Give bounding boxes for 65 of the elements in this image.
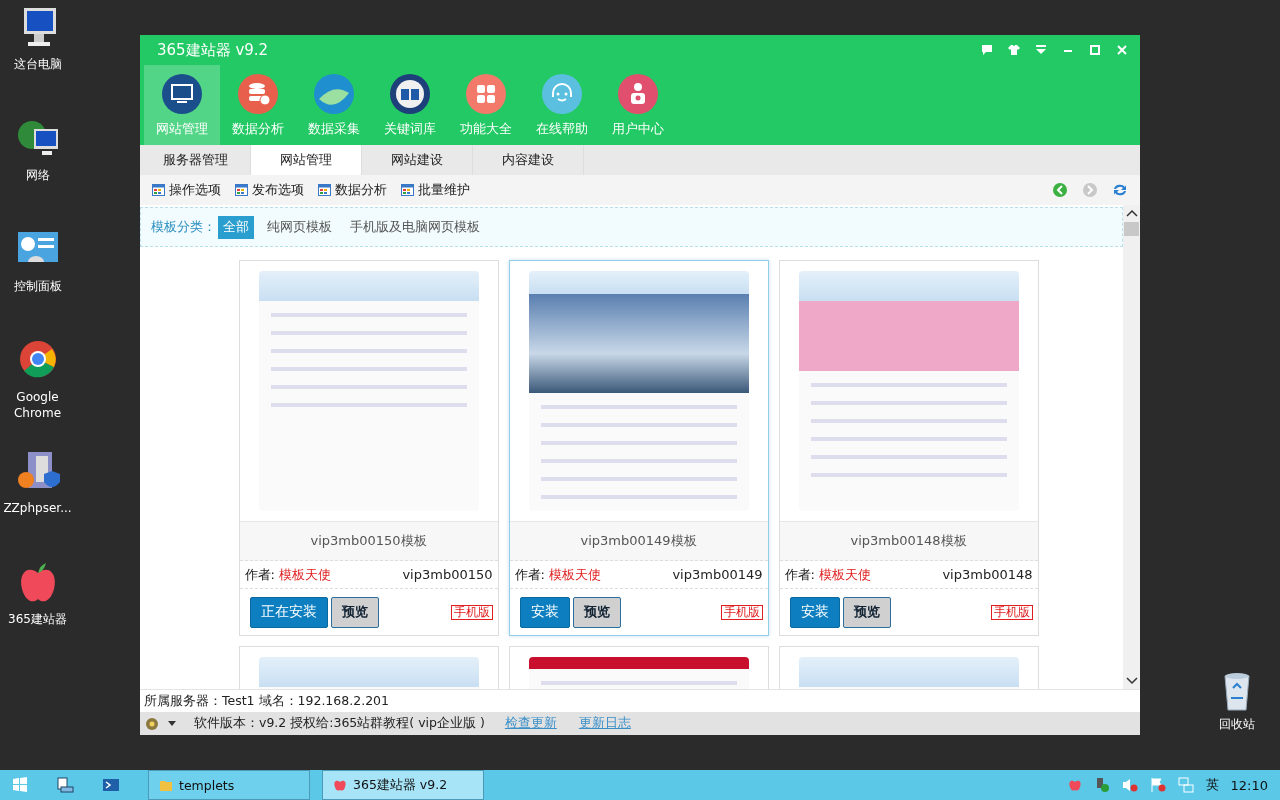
start-icon[interactable] (12, 777, 28, 793)
filter-label: 模板分类： (151, 218, 216, 236)
template-name: vip3mb00148模板 (779, 521, 1038, 561)
maximize-icon[interactable] (1089, 44, 1101, 56)
template-code: vip3mb00150 (402, 567, 493, 582)
toolbar-button[interactable]: 操作选项 (152, 181, 221, 199)
desktop-icon-label[interactable]: 365建站器 (0, 611, 75, 627)
close-icon[interactable] (1116, 44, 1128, 56)
back-icon[interactable] (1052, 182, 1068, 198)
install-button[interactable]: 安装 (789, 596, 840, 628)
mobile-tag: 手机版 (990, 604, 1033, 620)
desktop-icon-label[interactable]: 网络 (0, 167, 75, 183)
desktop-icon-label[interactable]: 控制面板 (0, 278, 75, 294)
template-thumbnail[interactable] (798, 271, 1019, 511)
apple-icon[interactable] (1067, 778, 1082, 792)
server-info: 所属服务器：Test1 域名：192.168.2.201 (144, 692, 389, 710)
window-icon (318, 184, 331, 196)
clock[interactable]: 12:10 (1230, 777, 1268, 793)
template-name: vip3mb00150模板 (239, 521, 498, 561)
author-text: 作者: 模板天使 (784, 565, 871, 584)
version-info: 软件版本：v9.2 授权给:365站群教程( vip企业版 ) (194, 715, 485, 732)
author-text: 作者: 模板天使 (244, 565, 331, 584)
window-icon (401, 184, 414, 196)
mobile-tag: 手机版 (450, 604, 493, 620)
taskbar-button[interactable]: templets (148, 770, 310, 800)
window-icon (235, 184, 248, 196)
server-manager-icon[interactable] (56, 777, 74, 793)
window-title: 365建站器 v9.2 (157, 40, 270, 60)
install-button[interactable]: 正在安装 (249, 596, 328, 628)
desktop-icon-label[interactable]: 这台电脑 (0, 56, 75, 72)
preview-button[interactable]: 预览 (330, 596, 379, 628)
toolbar-button[interactable]: 批量维护 (401, 181, 470, 199)
toolbar-button[interactable]: 数据分析 (318, 181, 387, 199)
template-code: vip3mb00148 (942, 567, 1033, 582)
tab[interactable]: 网站管理 (251, 145, 362, 175)
caret-icon[interactable] (168, 720, 176, 727)
taskbar-button[interactable]: 365建站器 v9.2 (322, 770, 484, 800)
desktop-icon-label[interactable]: 回收站 (1200, 716, 1274, 732)
input-method-indicator[interactable]: 英 (1205, 776, 1219, 794)
shirt-icon[interactable] (1008, 44, 1020, 56)
desktop-icon-label[interactable]: Google Chrome (0, 389, 75, 421)
toolbar-button[interactable]: 发布选项 (235, 181, 304, 199)
category-filter[interactable]: 手机版及电脑网页模板 (345, 215, 485, 239)
preview-button[interactable]: 预览 (572, 596, 621, 628)
dropdown-icon[interactable] (1035, 44, 1047, 56)
speaker-muted-icon[interactable] (1121, 777, 1138, 793)
terminal-icon[interactable] (102, 777, 120, 793)
mobile-tag: 手机版 (720, 604, 763, 620)
flag-icon[interactable] (1149, 777, 1166, 793)
window-icon (152, 184, 165, 196)
template-name: vip3mb00149模板 (509, 521, 768, 561)
author-text: 作者: 模板天使 (514, 565, 601, 584)
template-thumbnail[interactable] (258, 271, 479, 511)
refresh-icon[interactable] (1112, 182, 1128, 198)
scroll-thumb[interactable] (1124, 222, 1139, 236)
template-thumbnail[interactable] (528, 271, 749, 511)
chat-icon[interactable] (981, 44, 993, 56)
desktop-icon-label[interactable]: ZZphpser... (0, 500, 75, 516)
apple-icon (333, 778, 347, 792)
preview-button[interactable]: 预览 (842, 596, 891, 628)
install-button[interactable]: 安装 (519, 596, 570, 628)
folder-icon (159, 778, 173, 792)
category-filter[interactable]: 纯网页模板 (262, 215, 337, 239)
scrollbar[interactable] (1123, 205, 1140, 689)
template-code: vip3mb00149 (672, 567, 763, 582)
